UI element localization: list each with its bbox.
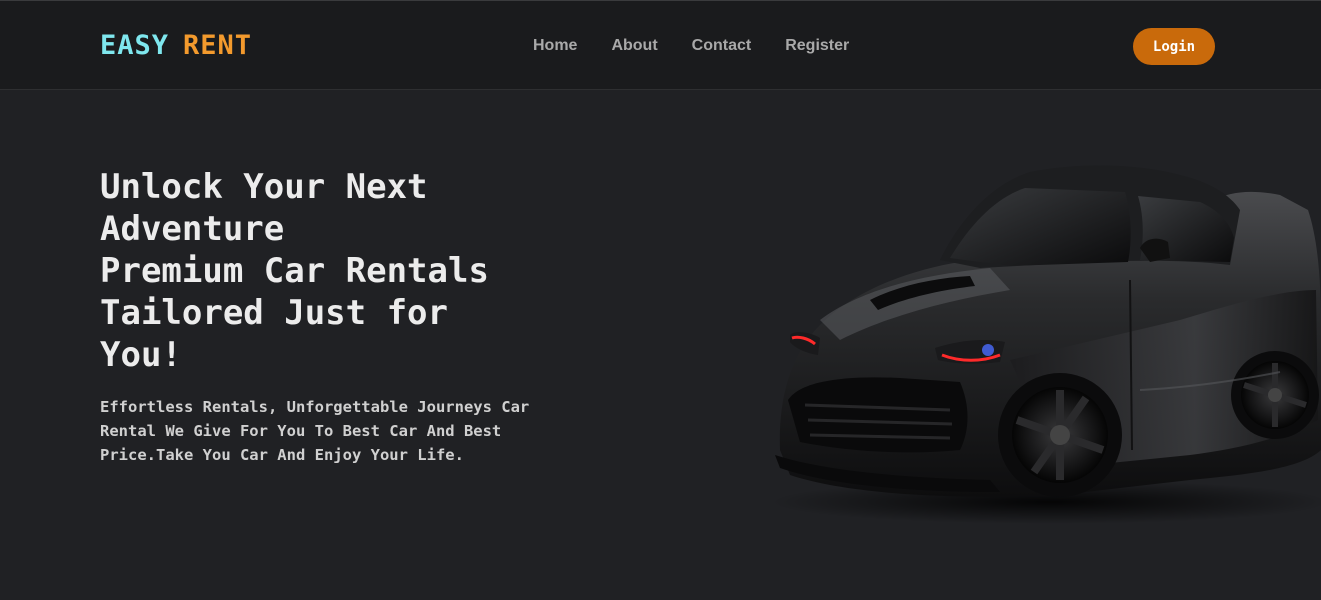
brand-logo-part1: EASY [100,30,170,61]
hero-title-line: Tailored Just for [100,293,448,333]
nav-link-about[interactable]: About [611,37,657,55]
nav-links: Home About Contact Register [533,37,849,55]
hero-title-line: Adventure [100,209,285,249]
nav-link-home[interactable]: Home [533,37,577,55]
brand-logo-part2: RENT [183,30,253,61]
hero-title-line: Unlock Your Next [100,167,428,207]
hero-description: Effortless Rentals, Unforgettable Journe… [100,398,530,464]
login-button[interactable]: Login [1133,28,1215,65]
hero-title-line: You! [100,335,182,375]
nav-link-register[interactable]: Register [785,37,849,55]
brand-logo[interactable]: EASY RENT [100,30,252,61]
nav-link-contact[interactable]: Contact [692,37,752,55]
hero-title-line: Premium Car Rentals [100,251,489,291]
car-image [770,165,1321,524]
hero-title: Unlock Your Next Adventure Premium Car R… [100,166,550,376]
navbar: EASY RENT Home About Contact Register Log… [0,0,1321,90]
